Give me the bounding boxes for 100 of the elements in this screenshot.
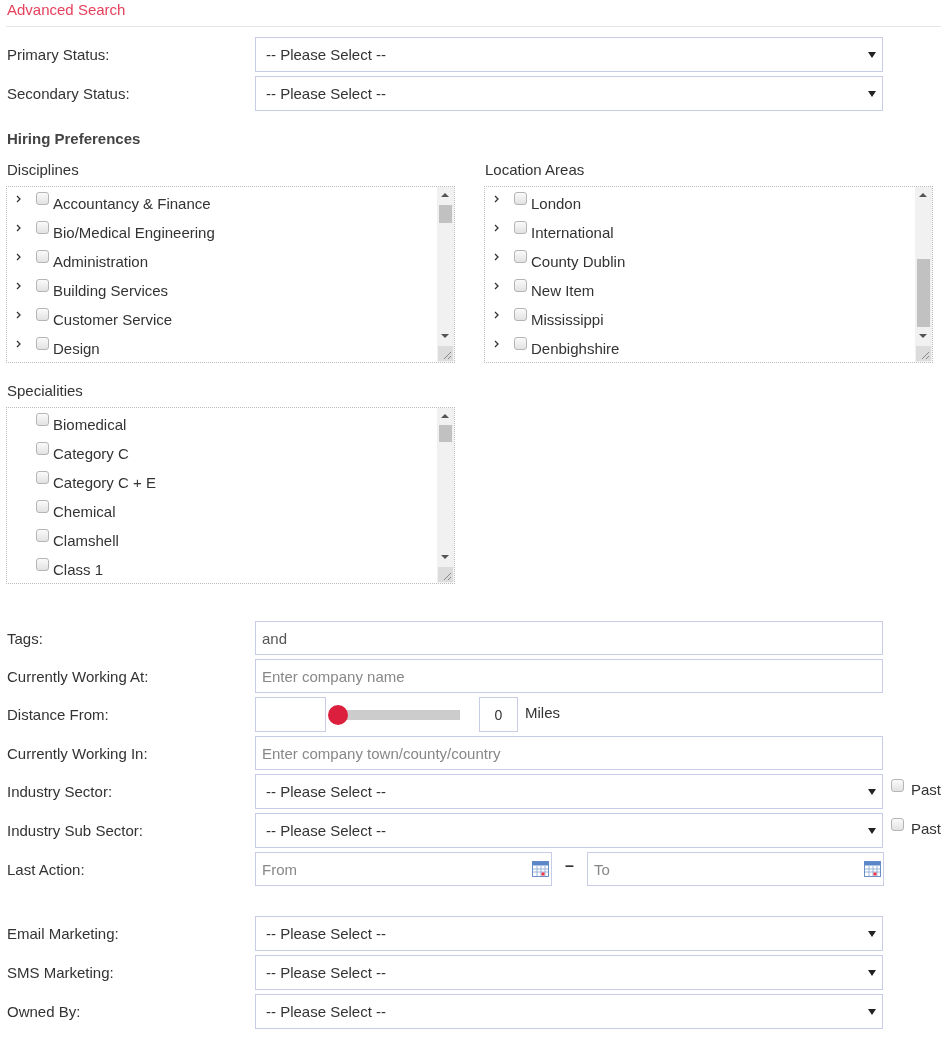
checkbox[interactable] (36, 471, 49, 484)
chevron-icon[interactable] (494, 339, 500, 348)
resize-grip-icon[interactable] (916, 346, 931, 361)
option-label: Clamshell (53, 531, 119, 550)
field-label: Industry Sector: (6, 782, 113, 801)
text-field[interactable]: Enter company town/county/country (255, 736, 883, 770)
option-label: New Item (531, 281, 595, 300)
chevron-icon[interactable] (16, 194, 22, 203)
scrollbar[interactable] (437, 187, 454, 362)
chevron-icon[interactable] (16, 281, 22, 290)
slider-thumb[interactable] (328, 704, 348, 725)
option-label: Administration (53, 252, 149, 271)
option-label: Chemical (53, 502, 116, 521)
chevron-icon[interactable] (494, 281, 500, 290)
checkbox[interactable] (36, 221, 49, 234)
select-field[interactable]: -- Please Select -- (255, 916, 883, 951)
select-field[interactable]: -- Please Select -- (255, 774, 883, 809)
option-label: Category C + E (53, 473, 156, 492)
checkbox[interactable] (36, 558, 49, 571)
caret-icon (868, 930, 876, 937)
checkbox[interactable] (36, 250, 49, 263)
field-label: Last Action: (6, 860, 85, 879)
date-field[interactable]: To (587, 852, 884, 886)
checkbox[interactable] (36, 413, 49, 426)
distance-value: 0 (479, 697, 518, 732)
option-label: Biomedical (53, 415, 127, 434)
checkbox[interactable] (36, 500, 49, 513)
checkbox[interactable] (36, 442, 49, 455)
checkbox[interactable] (514, 308, 527, 321)
location-field[interactable] (255, 697, 326, 732)
chevron-icon[interactable] (16, 223, 22, 232)
option-label: Mississippi (531, 310, 604, 329)
chevron-icon[interactable] (16, 252, 22, 261)
caret-icon (868, 1008, 876, 1015)
checkbox[interactable] (36, 279, 49, 292)
field-label: Secondary Status: (6, 84, 130, 103)
field-label: SMS Marketing: (6, 963, 114, 982)
caret-icon (868, 90, 876, 97)
field-label: Currently Working At: (6, 667, 149, 686)
page-title: Advanced Search (6, 0, 126, 19)
checkbox[interactable] (891, 779, 904, 792)
option-label: Accountancy & Finance (53, 194, 211, 213)
checkbox[interactable] (514, 192, 527, 205)
date-field[interactable]: From (255, 852, 552, 886)
unit-label: Miles (525, 704, 560, 721)
select-field[interactable]: -- Please Select -- (255, 813, 883, 848)
field-label: Currently Working In: (6, 744, 148, 763)
checkbox-label: Past (911, 781, 941, 798)
checkbox[interactable] (514, 221, 527, 234)
calendar-icon[interactable] (532, 861, 549, 877)
list-label: Specialities (6, 382, 83, 400)
chevron-icon[interactable] (16, 339, 22, 348)
chevron-icon[interactable] (494, 252, 500, 261)
field-label: Industry Sub Sector: (6, 821, 143, 840)
range-separator: – (564, 857, 575, 875)
list-label: Location Areas (484, 161, 585, 179)
caret-icon (868, 788, 876, 795)
option-label: Category C (53, 444, 129, 463)
option-label: Design (53, 339, 100, 358)
option-label: Denbighshire (531, 339, 620, 358)
calendar-icon[interactable] (864, 861, 881, 877)
field-label: Primary Status: (6, 45, 110, 64)
option-label: International (531, 223, 614, 242)
select-field[interactable]: -- Please Select -- (255, 37, 883, 72)
option-label: Class 1 (53, 560, 104, 579)
section-heading: Hiring Preferences (7, 129, 141, 149)
option-label: Bio/Medical Engineering (53, 223, 215, 242)
option-label: London (531, 194, 582, 213)
text-field[interactable]: and (255, 621, 883, 655)
option-label: Building Services (53, 281, 169, 300)
field-label: Distance From: (6, 705, 109, 724)
chevron-icon[interactable] (494, 194, 500, 203)
checkbox[interactable] (891, 818, 904, 831)
resize-grip-icon[interactable] (438, 346, 453, 361)
field-label: Email Marketing: (6, 924, 119, 943)
list-label: Disciplines (6, 161, 79, 179)
select-field[interactable]: -- Please Select -- (255, 76, 883, 111)
scrollbar[interactable] (915, 187, 932, 362)
text-field[interactable]: Enter company name (255, 659, 883, 693)
checkbox[interactable] (514, 250, 527, 263)
scrollbar[interactable] (437, 408, 454, 583)
select-field[interactable]: -- Please Select -- (255, 994, 883, 1029)
checkbox[interactable] (36, 529, 49, 542)
chevron-icon[interactable] (494, 310, 500, 319)
checkbox-label: Past (911, 820, 941, 837)
checkbox[interactable] (36, 337, 49, 350)
select-field[interactable]: -- Please Select -- (255, 955, 883, 990)
chevron-icon[interactable] (494, 223, 500, 232)
field-label: Owned By: (6, 1002, 81, 1021)
caret-icon (868, 51, 876, 58)
resize-grip-icon[interactable] (438, 567, 453, 582)
checkbox[interactable] (36, 192, 49, 205)
checkbox[interactable] (514, 337, 527, 350)
option-label: County Dublin (531, 252, 626, 271)
checkbox[interactable] (514, 279, 527, 292)
checkbox[interactable] (36, 308, 49, 321)
chevron-icon[interactable] (16, 310, 22, 319)
caret-icon (868, 969, 876, 976)
caret-icon (868, 827, 876, 834)
option-label: Customer Service (53, 310, 173, 329)
